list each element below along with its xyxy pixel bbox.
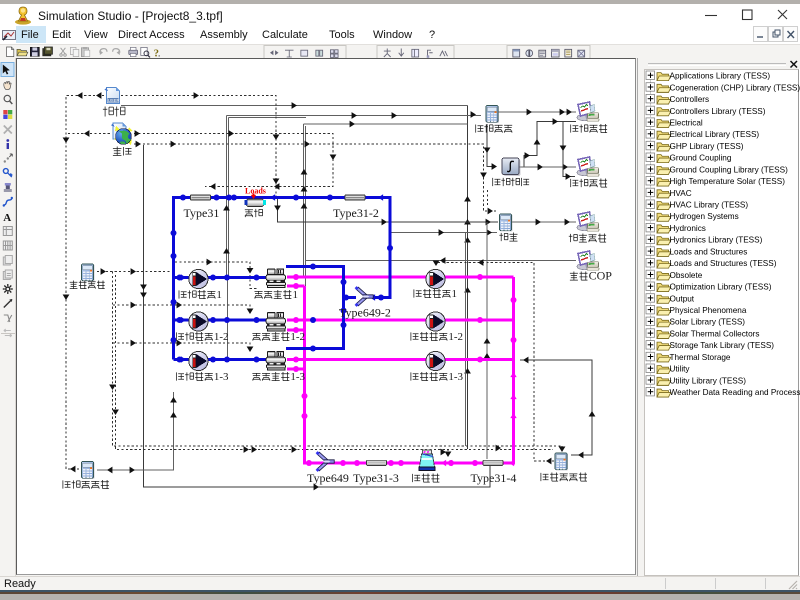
svg-text:Physical Phenomena: Physical Phenomena	[670, 306, 747, 315]
svg-text:Electrical Library (TESS): Electrical Library (TESS)	[670, 130, 760, 139]
svg-text:Type31: Type31	[184, 206, 220, 220]
svg-text:A: A	[3, 212, 11, 224]
svg-text:Controllers Library (TESS): Controllers Library (TESS)	[670, 107, 766, 116]
svg-text:Obsolete: Obsolete	[670, 271, 703, 280]
svg-text:Controllers: Controllers	[670, 95, 710, 104]
svg-text:Type649-2: Type649-2	[339, 306, 391, 320]
svg-text:Weather Data Reading and Proce: Weather Data Reading and Process	[670, 388, 800, 397]
svg-text:Optimization Library (TESS): Optimization Library (TESS)	[670, 283, 772, 292]
svg-text:Hydronics: Hydronics	[670, 224, 706, 233]
svg-text:Type649: Type649	[307, 471, 349, 485]
svg-text:Storage Tank Library (TESS): Storage Tank Library (TESS)	[670, 341, 775, 350]
svg-text:Applications Library (TESS): Applications Library (TESS)	[670, 72, 771, 81]
svg-text:1-2: 1-2	[214, 331, 229, 343]
svg-text:GHP Library (TESS): GHP Library (TESS)	[670, 142, 744, 151]
svg-text:1: 1	[216, 289, 222, 301]
svg-text:Type31-3: Type31-3	[353, 471, 399, 485]
svg-text:1-3: 1-3	[214, 371, 229, 383]
svg-text:1-3: 1-3	[290, 371, 305, 383]
svg-text:Loads and Structures: Loads and Structures	[670, 247, 748, 256]
svg-text:1: 1	[293, 289, 299, 301]
svg-text:Solar Thermal Collectors: Solar Thermal Collectors	[670, 329, 760, 338]
svg-text:Hydrogen Systems: Hydrogen Systems	[670, 212, 739, 221]
svg-text:Ground Coupling Library (TESS): Ground Coupling Library (TESS)	[670, 165, 789, 174]
svg-text:HVAC Library (TESS): HVAC Library (TESS)	[670, 201, 749, 210]
svg-text:Loads: Loads	[245, 187, 266, 196]
svg-text:Cogeneration (CHP) Library (TE: Cogeneration (CHP) Library (TESS)	[670, 83, 800, 92]
svg-text:1: 1	[452, 288, 458, 300]
svg-text:Ground Coupling: Ground Coupling	[670, 154, 732, 163]
svg-text:Thermal Storage: Thermal Storage	[670, 353, 731, 362]
svg-text:Solar Library (TESS): Solar Library (TESS)	[670, 318, 746, 327]
svg-text:Hydronics Library (TESS): Hydronics Library (TESS)	[670, 236, 763, 245]
svg-text:1-3: 1-3	[448, 371, 463, 383]
svg-text:COP: COP	[589, 269, 613, 283]
svg-text:Type31-2: Type31-2	[333, 206, 379, 220]
svg-text:Electrical: Electrical	[670, 119, 703, 128]
svg-text:Loads and Structures (TESS): Loads and Structures (TESS)	[670, 259, 777, 268]
svg-text:HVAC: HVAC	[670, 189, 692, 198]
svg-text:Utility: Utility	[670, 365, 691, 374]
svg-text:Type31-4: Type31-4	[471, 471, 517, 485]
svg-text:1-2: 1-2	[448, 331, 463, 343]
svg-text:High Temperature Solar (TESS): High Temperature Solar (TESS)	[670, 177, 786, 186]
svg-text:Output: Output	[670, 294, 695, 303]
svg-text:USER: USER	[108, 98, 120, 103]
svg-text:1-2: 1-2	[290, 331, 305, 343]
svg-text:Utility Library (TESS): Utility Library (TESS)	[670, 376, 747, 385]
